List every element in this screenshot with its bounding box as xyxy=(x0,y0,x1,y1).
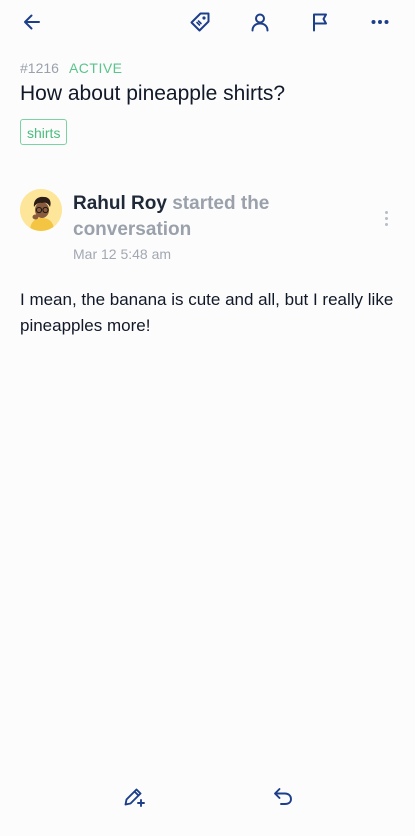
tag-button[interactable] xyxy=(186,8,214,36)
flag-button[interactable] xyxy=(306,8,334,36)
kebab-dot-icon xyxy=(384,210,388,214)
tag-icon xyxy=(190,12,210,32)
arrow-left-icon xyxy=(24,14,40,30)
message-timestamp: Mar 12 5:48 am xyxy=(73,246,172,262)
avatar[interactable] xyxy=(20,189,62,231)
message-options-button[interactable] xyxy=(379,206,393,230)
top-toolbar xyxy=(0,0,415,44)
kebab-dot-icon xyxy=(384,222,388,226)
ticket-id: #1216 xyxy=(20,60,59,76)
user-icon xyxy=(251,13,269,32)
status-badge: ACTIVE xyxy=(68,60,123,76)
message-header: Rahul Roy started the conversation xyxy=(73,191,353,243)
flag-icon xyxy=(313,13,327,32)
conversation-screen: #1216 ACTIVE How about pineapple shirts?… xyxy=(0,0,415,836)
reply-icon xyxy=(274,788,292,805)
kebab-dot-icon xyxy=(384,216,388,220)
assign-button[interactable] xyxy=(246,8,274,36)
ticket-meta: #1216 ACTIVE xyxy=(20,60,123,76)
compose-button[interactable] xyxy=(120,782,148,810)
author-name[interactable]: Rahul Roy xyxy=(73,193,167,214)
avatar-illustration xyxy=(20,189,62,231)
more-horizontal-icon xyxy=(371,20,389,24)
tag-chip[interactable]: shirts xyxy=(20,119,68,145)
message-body: I mean, the banana is cute and all, but … xyxy=(20,290,394,335)
more-button[interactable] xyxy=(366,8,394,36)
pencil-plus-icon xyxy=(124,788,145,807)
ticket-title: How about pineapple shirts? xyxy=(20,82,286,105)
reply-button[interactable] xyxy=(269,782,297,810)
back-button[interactable] xyxy=(18,8,46,36)
